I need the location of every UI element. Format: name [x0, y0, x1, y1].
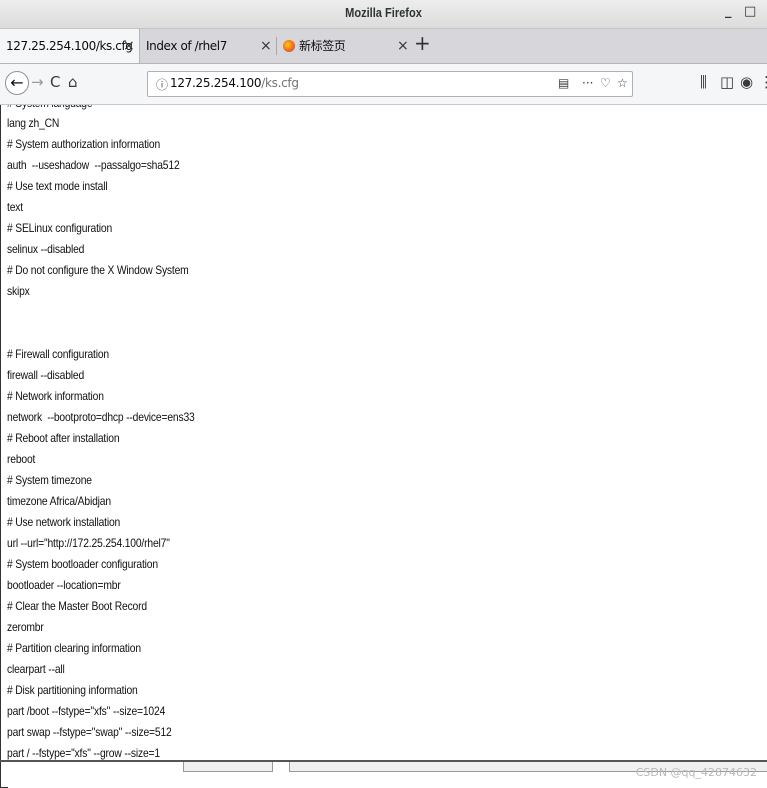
content-line: # Partition clearing information [7, 641, 141, 655]
page-actions-icon[interactable]: ··· [582, 76, 593, 90]
content-line: # Do not configure the X Window System [7, 263, 189, 277]
content-line: selinux --disabled [7, 242, 85, 256]
back-button[interactable]: ← [5, 71, 29, 95]
url-path: /ks.cfg [261, 76, 299, 90]
file-content: # System language lang zh_CN # System au… [0, 105, 767, 760]
underlying-desktop: CSDN @qq_42874632 [0, 760, 767, 788]
site-info-icon[interactable]: ⓘ [156, 76, 168, 93]
background-window-panel [183, 762, 273, 772]
content-line: bootloader --location=mbr [7, 578, 121, 592]
content-line: part swap --fstype="swap" --size=512 [7, 725, 172, 739]
content-line: part /boot --fstype="xfs" --size=1024 [7, 704, 166, 718]
content-line: # System bootloader configuration [7, 557, 158, 571]
content-line: part / --fstype="xfs" --grow --size=1 [7, 746, 160, 760]
firefox-favicon-icon [283, 40, 295, 52]
tab-label: 127.25.254.100/ks.cfg [6, 39, 133, 53]
content-line: # Reboot after installation [7, 431, 120, 445]
minimize-button[interactable]: _ [725, 4, 732, 19]
url-host: 127.25.254.100 [170, 76, 262, 90]
extension-icon[interactable]: ◉ [740, 73, 753, 91]
content-line: # Clear the Master Boot Record [7, 599, 147, 613]
close-tab-icon[interactable]: × [123, 29, 135, 63]
reader-view-icon[interactable]: ▤ [558, 76, 569, 90]
content-line: url --url="http://172.25.254.100/rhel7" [7, 536, 170, 550]
tab-bar: 127.25.254.100/ks.cfg × Index of /rhel7 … [0, 29, 767, 64]
tab-label-wrapper: 新标签页 [283, 29, 346, 63]
tab-label: 新标签页 [299, 39, 346, 53]
content-line: lang zh_CN [7, 116, 60, 130]
content-line: # Use network installation [7, 515, 121, 529]
forward-button[interactable]: → [31, 73, 44, 91]
home-button[interactable]: ⌂ [68, 73, 78, 91]
window-title: Mozilla Firefox [345, 5, 422, 20]
url-bar[interactable]: ⓘ 127.25.254.100/ks.cfg ▤ ··· ♡ ☆ [147, 71, 633, 97]
close-tab-icon[interactable]: × [397, 29, 409, 63]
tab-label: Index of /rhel7 [146, 39, 227, 53]
window-titlebar: Mozilla Firefox _ □ [0, 0, 767, 29]
content-line: reboot [7, 452, 36, 466]
open-menu-icon[interactable]: ⋮ [759, 73, 767, 91]
content-line: # Network information [7, 389, 104, 403]
content-line: # System timezone [7, 473, 92, 487]
close-tab-icon[interactable]: × [260, 29, 272, 63]
pocket-icon[interactable]: ♡ [600, 76, 611, 90]
navigation-toolbar: ← → C ⌂ ⓘ 127.25.254.100/ks.cfg ▤ ··· ♡ … [0, 64, 767, 105]
tab-new-tab[interactable]: 新标签页 × [277, 29, 413, 63]
tab-index-rhel7[interactable]: Index of /rhel7 × [140, 29, 277, 63]
content-line: # SELinux configuration [7, 221, 113, 235]
library-icon[interactable]: ⫼ [700, 73, 707, 91]
maximize-button[interactable]: □ [744, 4, 756, 19]
content-line: # System language [7, 105, 93, 116]
content-line: timezone Africa/Abidjan [7, 494, 111, 508]
bookmark-star-icon[interactable]: ☆ [617, 76, 628, 90]
content-line: network --bootproto=dhcp --device=ens33 [7, 410, 195, 424]
content-line: text [7, 200, 23, 214]
csdn-watermark: CSDN @qq_42874632 [635, 766, 757, 779]
content-line: # Use text mode install [7, 179, 108, 193]
content-line: clearpart --all [7, 662, 65, 676]
url-text[interactable]: 127.25.254.100/ks.cfg [170, 76, 299, 90]
content-line: auth --useshadow --passalgo=sha512 [7, 158, 180, 172]
content-line: zerombr [7, 620, 44, 634]
content-line: # Disk partitioning information [7, 683, 138, 697]
content-line: firewall --disabled [7, 368, 85, 382]
reload-button[interactable]: C [50, 73, 60, 91]
tab-ks-cfg[interactable]: 127.25.254.100/ks.cfg × [0, 29, 140, 63]
sidebar-icon[interactable]: ◫ [720, 73, 734, 91]
content-line: # Firewall configuration [7, 347, 109, 361]
content-line: # System authorization information [7, 137, 161, 151]
content-line: skipx [7, 284, 30, 298]
new-tab-button[interactable]: + [414, 31, 431, 55]
window-corner [0, 762, 8, 788]
